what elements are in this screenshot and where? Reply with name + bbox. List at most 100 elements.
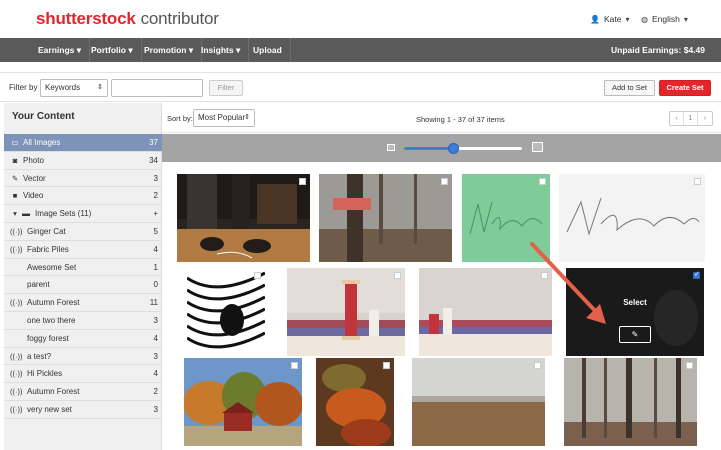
next-page-icon[interactable]: › (698, 112, 712, 125)
logo-brand: shutterstock (36, 9, 136, 28)
grid-icon: ▭ (11, 138, 19, 147)
sidebar-set-awesome-set[interactable]: Awesome Set 1 (4, 259, 162, 277)
select-checkbox[interactable] (291, 362, 298, 369)
sidebar-item-photo[interactable]: ◙ Photo 34 (4, 152, 162, 170)
filter-button[interactable]: Filter (209, 80, 243, 96)
zoom-slider-handle[interactable] (447, 143, 459, 154)
sidebar-item-count: 4 (153, 244, 158, 254)
sidebar-set-fabric-piles[interactable]: ((·)) Fabric Piles 4 (4, 241, 162, 259)
shutterstock-logo[interactable]: shutterstock contributor (36, 9, 219, 29)
nav-label: Earnings (38, 45, 75, 55)
sidebar-set-hi-pickles[interactable]: ((·)) Hi Pickles 4 (4, 365, 162, 384)
sidebar-item-label: Autumn Forest (27, 387, 80, 397)
sidebar-item-all-images[interactable]: ▭ All Images 37 (4, 134, 162, 152)
select-checkbox[interactable] (394, 272, 401, 279)
sidebar-item-count: 2 (153, 387, 158, 397)
broadcast-icon: ((·)) (10, 244, 23, 254)
select-checkbox[interactable] (254, 272, 261, 279)
sidebar-set-autumn-forest[interactable]: ((·)) Autumn Forest 11 (4, 294, 162, 312)
language-menu[interactable]: ◍ English ▾ (641, 14, 688, 24)
sidebar-item-count: 1 (153, 262, 158, 272)
sidebar-set-one-two-there[interactable]: one two there 3 (4, 312, 162, 330)
sidebar-item-count: 34 (149, 155, 158, 165)
nav-insights[interactable]: Insights ▾ (193, 38, 250, 62)
sidebar-item-count: 4 (153, 369, 158, 379)
select-checkbox-checked[interactable] (693, 270, 700, 279)
select-checkbox[interactable] (441, 178, 448, 185)
sort-select[interactable]: Most Popular ⇕ (193, 109, 255, 127)
globe-icon: ◍ (641, 14, 648, 24)
large-image-icon[interactable] (532, 142, 543, 152)
select-checkbox[interactable] (539, 178, 546, 185)
select-checkbox[interactable] (534, 362, 541, 369)
image-thumbnail[interactable] (316, 358, 394, 446)
small-image-icon[interactable] (387, 144, 395, 151)
user-icon: 👤 (590, 14, 600, 24)
image-thumbnail[interactable] (564, 358, 697, 446)
image-thumbnail[interactable] (319, 174, 452, 262)
image-thumbnail[interactable] (184, 358, 302, 446)
sidebar-set-autumn-forest-2[interactable]: ((·)) Autumn Forest 2 (4, 383, 162, 401)
logo-sub: contributor (140, 9, 219, 28)
edit-pencil-button[interactable]: ✎ (619, 326, 651, 343)
nav-upload[interactable]: Upload (245, 38, 291, 62)
image-thumbnail[interactable] (412, 358, 545, 446)
zoom-slider-fill (404, 147, 454, 150)
sidebar-set-parent[interactable]: parent 0 (4, 276, 162, 295)
select-checkbox[interactable] (694, 178, 701, 185)
image-thumbnail[interactable] (177, 174, 310, 262)
broadcast-icon: ((·)) (10, 227, 23, 236)
filter-type-select[interactable]: Keywords ⇕ (40, 79, 108, 97)
image-gallery: Select ✎ (162, 162, 721, 450)
top-header: shutterstock contributor 👤 Kate ▾ ◍ Engli… (0, 0, 721, 38)
sort-label: Sort by: (167, 114, 193, 123)
sidebar-set-ginger-cat[interactable]: ((·)) Ginger Cat 5 (4, 223, 162, 241)
sidebar-item-vector[interactable]: ✎ Vector 3 (4, 170, 162, 188)
sidebar-item-label: parent (27, 280, 50, 290)
sidebar-item-label: Ginger Cat (27, 227, 66, 236)
sidebar-set-very-new-set[interactable]: ((·)) very new set 3 (4, 401, 162, 419)
sidebar-item-label: one two there (27, 316, 76, 325)
sidebar-item-label: Autumn Forest (27, 298, 80, 308)
sidebar-item-count: 4 (153, 333, 158, 343)
vector-zebra-lines (187, 268, 265, 356)
unpaid-earnings[interactable]: Unpaid Earnings: $4.49 (611, 38, 705, 62)
sidebar-set-foggy-forest[interactable]: foggy forest 4 (4, 330, 162, 348)
select-checkbox[interactable] (299, 178, 306, 185)
prev-page-icon[interactable]: ‹ (670, 112, 684, 125)
broadcast-icon: ((·)) (10, 369, 23, 379)
sidebar-item-video[interactable]: ■ Video 2 (4, 187, 162, 206)
create-set-button[interactable]: Create Set (659, 80, 711, 96)
nav-earnings[interactable]: Earnings ▾ (30, 38, 91, 62)
sidebar-item-label: Fabric Piles (27, 244, 69, 254)
page-number[interactable]: 1 (684, 112, 698, 125)
nav-portfolio[interactable]: Portfolio ▾ (83, 38, 142, 62)
broadcast-icon: ((·)) (10, 387, 23, 397)
chevron-down-icon: ▾ (235, 45, 241, 55)
sidebar-item-label: very new set (27, 405, 72, 414)
photo-foggy-field (412, 358, 545, 446)
filter-bar: Filter by Keywords ⇕ Filter Add to Set C… (0, 72, 721, 102)
sidebar-item-image-sets[interactable]: ▾ ▬ Image Sets (11) + (4, 205, 162, 223)
image-thumbnail[interactable] (287, 268, 405, 356)
add-set-icon[interactable]: + (153, 205, 158, 222)
folder-icon: ▬ (22, 209, 30, 219)
select-checkbox[interactable] (686, 362, 693, 369)
user-name: Kate (603, 14, 622, 24)
sidebar-item-label: foggy forest (27, 333, 69, 343)
updown-chevron-icon: ⇕ (97, 84, 103, 91)
pen-icon: ✎ (11, 173, 19, 183)
user-menu[interactable]: 👤 Kate ▾ (590, 14, 629, 24)
filter-label: Filter by (9, 83, 38, 92)
select-checkbox[interactable] (383, 362, 390, 369)
photo-red-barn-autumn (184, 358, 302, 446)
sidebar: Your Content ▭ All Images 37 ◙ Photo 34 … (4, 103, 162, 450)
image-thumbnail[interactable] (187, 268, 265, 356)
photo-boots-on-floor (177, 174, 310, 262)
add-to-set-button[interactable]: Add to Set (604, 80, 655, 96)
zoom-slider[interactable] (404, 143, 522, 154)
sidebar-item-count: 2 (153, 191, 158, 201)
filter-keyword-input[interactable] (111, 79, 203, 97)
sidebar-set-a-test[interactable]: ((·)) a test? 3 (4, 348, 162, 366)
sidebar-item-count: 3 (153, 173, 158, 183)
